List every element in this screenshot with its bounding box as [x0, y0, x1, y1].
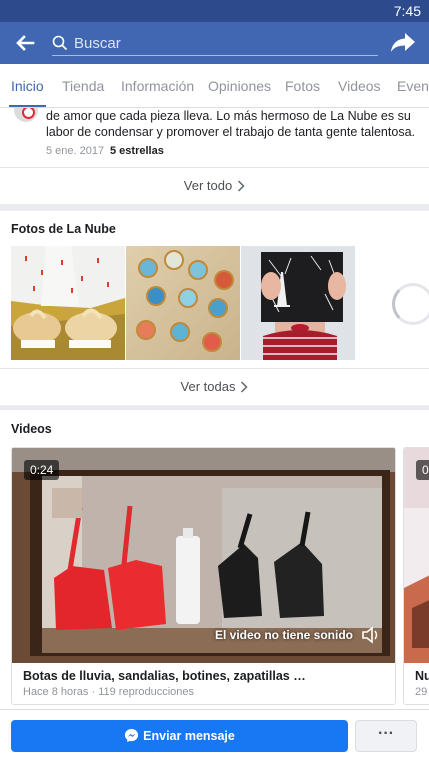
back-button[interactable]: [12, 30, 38, 56]
video-duration: 0: [416, 460, 429, 480]
tab-inicio[interactable]: Inicio: [9, 64, 46, 107]
tab-eventos[interactable]: Event: [397, 64, 429, 107]
arrow-left-icon: [16, 35, 35, 51]
see-all-reviews-button[interactable]: Ver todo: [0, 167, 429, 204]
messenger-icon: [125, 728, 139, 743]
status-time: 7:45: [393, 3, 421, 19]
status-bar: 7:45: [0, 0, 429, 22]
review-rating: 5 estrellas: [110, 145, 164, 157]
share-button[interactable]: [389, 30, 417, 56]
chevron-right-icon: [241, 381, 249, 393]
video-thumbnail[interactable]: 0: [404, 448, 429, 663]
search-icon: [52, 35, 68, 51]
eiffel-book-photo[interactable]: [241, 246, 355, 360]
videos-title: Videos: [11, 422, 52, 436]
video-meta: 29: [415, 686, 428, 698]
tab-tienda[interactable]: Tienda: [62, 64, 104, 107]
video-thumbnail[interactable]: 0:24 El video no tiene sonido: [12, 448, 395, 663]
video-meta: Hace 8 horas · 119 reproducciones: [23, 686, 195, 698]
sound-off-icon[interactable]: [361, 626, 381, 644]
tab-videos[interactable]: Videos: [338, 64, 381, 107]
share-arrow-icon: [391, 33, 415, 52]
video-card[interactable]: 0:24 El video no tiene sonido Botas de l…: [11, 447, 396, 705]
review-text: de amor que cada pieza lleva. Lo más her…: [46, 109, 415, 139]
tab-opiniones[interactable]: Opiniones: [208, 64, 271, 107]
avatar[interactable]: [12, 108, 38, 124]
photos-section: Fotos de La Nube Ver todas: [0, 211, 429, 405]
send-message-label: Enviar mensaje: [143, 729, 235, 743]
review-card: de amor que cada pieza lleva. Lo más her…: [0, 108, 429, 204]
sound-notice: El video no tiene sonido: [214, 628, 353, 642]
video-card[interactable]: 0 Nu 29: [403, 447, 429, 705]
videos-section: Videos 0:24 El video no tiene sonido Bot…: [0, 410, 429, 710]
more-options-button[interactable]: ···: [355, 720, 417, 752]
see-all-photos-button[interactable]: Ver todas: [0, 368, 429, 405]
send-message-button[interactable]: Enviar mensaje: [11, 720, 348, 752]
search-bar[interactable]: [52, 30, 378, 56]
search-input[interactable]: [74, 32, 364, 54]
tab-informacion[interactable]: Información: [121, 64, 194, 107]
page-tabs: Inicio Tienda Información Opiniones Foto…: [0, 64, 429, 108]
video-title[interactable]: Nu: [415, 669, 429, 683]
pendants-photo[interactable]: [126, 246, 240, 360]
chevron-right-icon: [238, 180, 245, 192]
see-all-photos-label: Ver todas: [180, 379, 236, 394]
tab-fotos[interactable]: Fotos: [285, 64, 320, 107]
see-all-label: Ver todo: [183, 178, 233, 193]
review-date: 5 ene. 2017: [46, 145, 105, 157]
bottom-action-bar: Enviar mensaje ···: [0, 709, 429, 762]
video-title[interactable]: Botas de lluvia, sandalias, botines, zap…: [23, 669, 383, 683]
top-bar: [0, 22, 429, 64]
video-duration: 0:24: [24, 460, 60, 480]
photos-title: Fotos de La Nube: [11, 222, 116, 236]
loading-spinner: [392, 283, 429, 325]
sneakers-photo[interactable]: [11, 246, 125, 360]
